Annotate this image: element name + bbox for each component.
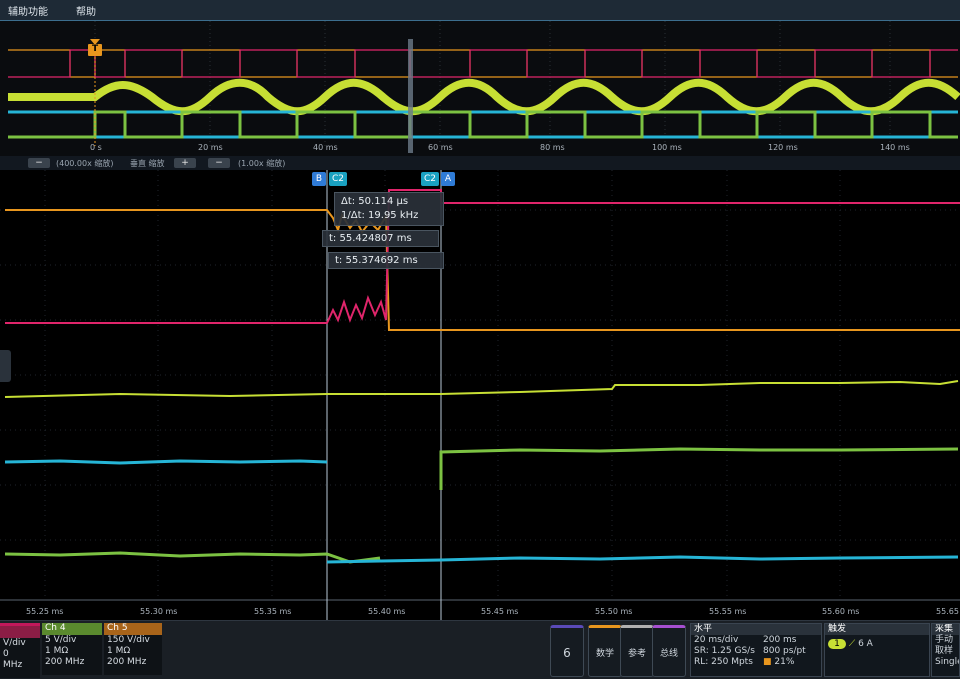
percent-value: 21%	[774, 657, 795, 667]
main-waveform-plot	[0, 170, 960, 620]
channel-3-head	[0, 626, 40, 638]
channel-4-scale: 5 V/div	[45, 635, 77, 645]
point-spacing: 800 ps/pt	[763, 646, 806, 656]
channel-3-bandwidth: MHz	[3, 660, 23, 670]
overview-tick-4: 80 ms	[540, 143, 565, 152]
menu-help[interactable]: 帮助	[76, 3, 96, 18]
cursor-c2-left-label[interactable]: C2	[329, 172, 347, 186]
ref-button[interactable]: 参考	[620, 625, 654, 677]
ch4-trace-lower	[4, 551, 381, 564]
channel-badge-3[interactable]: V/div 0 MHz	[0, 623, 40, 678]
time-tick-4: 55.45 ms	[481, 607, 519, 616]
add-channel-6-button[interactable]: 6	[550, 625, 584, 677]
overview-ch1-trace	[8, 78, 960, 116]
acquire-type: 取样	[935, 646, 954, 656]
acquire-single: Single	[935, 657, 960, 667]
overview-tick-1: 20 ms	[198, 143, 223, 152]
channel-6-label: 6	[563, 646, 571, 660]
time-tick-5: 55.50 ms	[595, 607, 633, 616]
cursor-delta-readout[interactable]: Δt: 50.114 µs 1/Δt: 19.95 kHz	[334, 192, 444, 226]
math-button[interactable]: 数学	[588, 625, 622, 677]
overview-ch3-trace	[8, 49, 958, 78]
trigger-marker-label: T	[92, 44, 99, 54]
acquire-title: 采集	[932, 624, 959, 635]
vertical-zoom-in-button[interactable]: +	[174, 158, 196, 168]
percent-indicator: ■ 21%	[763, 657, 794, 668]
horizontal-title: 水平	[691, 624, 821, 635]
cursor-a-time-readout[interactable]: t: 55.424807 ms	[322, 230, 439, 247]
channel-4-bandwidth: 200 MHz	[45, 657, 85, 667]
trigger-settings-badge[interactable]: 触发 1 ⟋ 6 A	[824, 623, 930, 677]
bus-label: 总线	[659, 649, 678, 659]
time-tick-7: 55.60 ms	[822, 607, 860, 616]
cursor-b-time-readout[interactable]: t: 55.374692 ms	[328, 252, 444, 269]
overview-plot	[8, 21, 960, 153]
overview-tick-0: 0 s	[90, 143, 102, 152]
channel-badge-4[interactable]: Ch 4 5 V/div 1 MΩ 200 MHz	[42, 623, 102, 675]
zoom-window-marker	[408, 39, 413, 153]
menu-bar: 辅助功能 帮助	[0, 0, 960, 21]
cursor-a-label[interactable]: A	[441, 172, 455, 186]
time-tick-0: 55.25 ms	[26, 607, 64, 616]
time-tick-1: 55.30 ms	[140, 607, 178, 616]
overview-tick-6: 120 ms	[768, 143, 798, 152]
channel-badge-5[interactable]: Ch 5 150 V/div 1 MΩ 200 MHz	[104, 623, 162, 675]
bus-button[interactable]: 总线	[652, 625, 686, 677]
channel-3-impedance: 0	[3, 649, 9, 659]
vertical-zoom-label: 垂直 缩放	[130, 159, 165, 168]
overview-tick-2: 40 ms	[313, 143, 338, 152]
channel-5-head: Ch 5	[104, 623, 162, 635]
time-tick-2: 55.35 ms	[254, 607, 292, 616]
zoom-bar: − (400.00x 缩放) 垂直 缩放 + − (1.00x 缩放)	[0, 156, 960, 170]
math-label: 数学	[595, 649, 614, 659]
cursor-b-label[interactable]: B	[312, 172, 326, 186]
overview-waveform[interactable]: T 0 s 20 ms 40 ms 60 ms 80 ms 100 ms 120…	[0, 21, 960, 157]
record-time: 200 ms	[763, 635, 797, 645]
vertical-zoom-factor-text: (1.00x 缩放)	[238, 159, 286, 168]
menu-utility[interactable]: 辅助功能	[8, 3, 48, 18]
vertical-zoom-out-button[interactable]: −	[208, 158, 230, 168]
acquire-mode: 手动	[935, 635, 954, 645]
ch5-trace	[5, 209, 960, 331]
time-tick-6: 55.55 ms	[709, 607, 747, 616]
channel-4-head: Ch 4	[42, 623, 102, 635]
ch2-trace	[4, 459, 328, 465]
channel-5-impedance: 1 MΩ	[107, 646, 131, 656]
horizontal-settings-badge[interactable]: 水平 20 ms/div 200 ms SR: 1.25 GS/s 800 ps…	[690, 623, 822, 677]
ch2-trace-lower	[326, 555, 959, 564]
channel-5-bandwidth: 200 MHz	[107, 657, 147, 667]
horizontal-scale: 20 ms/div	[694, 635, 739, 645]
record-length: RL: 250 Mpts	[694, 657, 753, 667]
channel-4-impedance: 1 MΩ	[45, 646, 69, 656]
ref-label: 参考	[627, 649, 646, 659]
overview-tick-5: 100 ms	[652, 143, 682, 152]
overview-ch4-trace	[8, 110, 958, 139]
ch1-trace	[4, 380, 959, 398]
rising-edge-icon: ⟋	[848, 639, 856, 649]
overview-tick-3: 60 ms	[428, 143, 453, 152]
cursor-c2-right-label[interactable]: C2	[421, 172, 439, 186]
channel-5-scale: 150 V/div	[107, 635, 150, 645]
zoom-out-button[interactable]: −	[28, 158, 50, 168]
trigger-source-badge: 1	[828, 639, 846, 649]
inverse-delta-t-value: 1/Δt: 19.95 kHz	[341, 210, 419, 221]
overview-tick-7: 140 ms	[880, 143, 910, 152]
zoom-factor-text: (400.00x 缩放)	[56, 159, 114, 168]
acquire-settings-badge[interactable]: 采集 手动 取样 Single	[931, 623, 960, 677]
channel-3-scale: V/div	[3, 638, 26, 648]
trigger-level: 6 A	[858, 639, 873, 649]
ch4-trace-upper	[439, 447, 959, 490]
warning-icon: ■	[763, 657, 772, 667]
main-waveform-area[interactable]	[0, 170, 960, 620]
time-tick-3: 55.40 ms	[368, 607, 406, 616]
time-tick-8: 55.65	[936, 607, 959, 616]
settings-bar: V/div 0 MHz Ch 4 5 V/div 1 MΩ 200 MHz Ch…	[0, 620, 960, 679]
sample-rate: SR: 1.25 GS/s	[694, 646, 755, 656]
side-panel-handle[interactable]	[0, 350, 11, 382]
trigger-title: 触发	[825, 624, 929, 635]
delta-t-value: Δt: 50.114 µs	[341, 196, 409, 207]
